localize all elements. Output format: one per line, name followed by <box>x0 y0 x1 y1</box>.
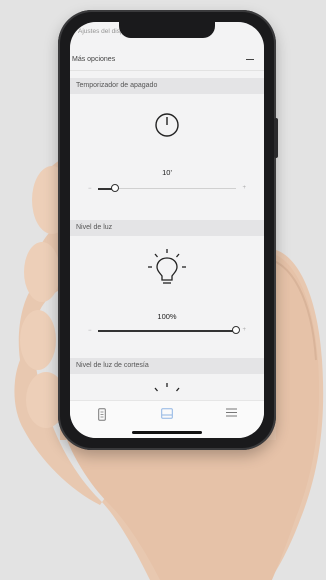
slider-min-icon: − <box>88 328 92 334</box>
slider-max-icon: + <box>242 327 246 333</box>
slider-thumb[interactable] <box>110 184 119 192</box>
tab-device[interactable] <box>92 408 112 422</box>
section-header-courtesy-light: Nivel de luz de cortesía <box>70 358 264 374</box>
minus-icon[interactable] <box>246 58 254 60</box>
timer-value: 10' <box>162 168 172 177</box>
more-options-label: Más opciones <box>72 55 116 63</box>
light-level-section: 100% − + <box>70 236 264 356</box>
tab-menu[interactable] <box>222 408 242 422</box>
side-button <box>274 118 278 158</box>
lightbulb-icon <box>148 249 186 284</box>
section-header-light-level: Nivel de luz <box>70 220 264 236</box>
slider-max-icon: + <box>242 185 246 191</box>
lightbulb-icon <box>154 383 180 392</box>
menu-icon <box>226 408 238 417</box>
section-header-timer: Temporizador de apagado <box>70 78 264 94</box>
phone-notch <box>119 22 215 38</box>
slider-thumb[interactable] <box>232 326 240 334</box>
slider-fill <box>98 330 236 332</box>
home-indicator[interactable] <box>132 431 202 434</box>
power-icon <box>155 113 179 137</box>
app-screen: Ajustes del dispositivo Más opciones Tem… <box>70 22 264 438</box>
timer-slider[interactable]: − + <box>88 184 246 194</box>
device-icon <box>98 408 107 421</box>
light-level-value: 100% <box>157 312 177 321</box>
light-level-slider[interactable]: − + <box>88 326 246 336</box>
timer-section: 10' − + <box>70 94 264 220</box>
tab-screen[interactable] <box>157 408 177 422</box>
slider-track <box>98 188 236 189</box>
screen-icon <box>161 408 173 419</box>
slider-min-icon: − <box>88 186 92 192</box>
more-options-row[interactable]: Más opciones <box>70 48 264 71</box>
